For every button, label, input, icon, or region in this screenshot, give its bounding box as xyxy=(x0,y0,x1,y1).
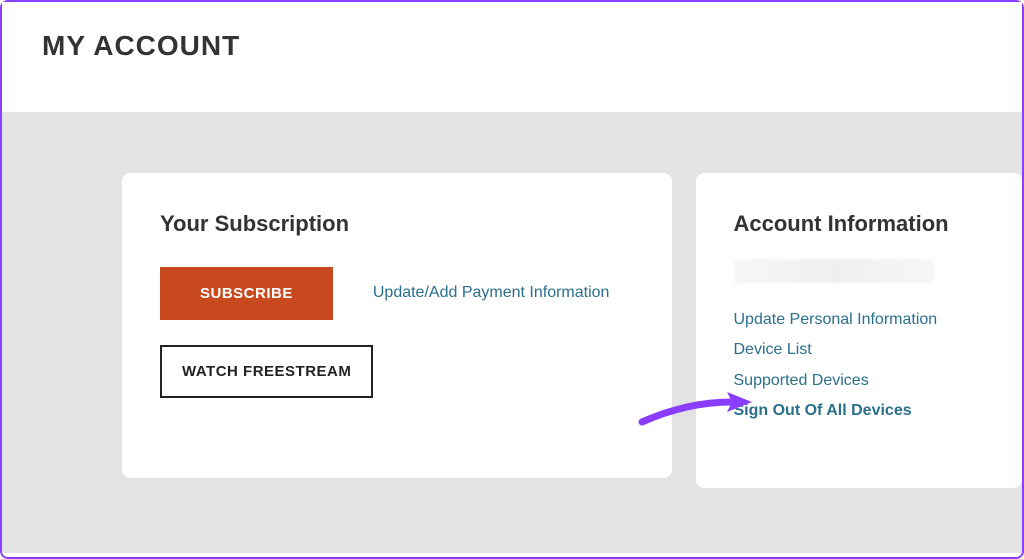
page-title: MY ACCOUNT xyxy=(42,30,982,62)
device-list-link[interactable]: Device List xyxy=(734,335,985,365)
subscription-row: SUBSCRIBE Update/Add Payment Information xyxy=(160,267,634,320)
sign-out-all-link[interactable]: Sign Out Of All Devices xyxy=(734,396,985,426)
account-info-card: Account Information Update Personal Info… xyxy=(696,173,1023,488)
supported-devices-link[interactable]: Supported Devices xyxy=(734,366,985,396)
watch-freestream-button[interactable]: WATCH FREESTREAM xyxy=(160,345,373,398)
header: MY ACCOUNT xyxy=(2,2,1022,113)
content-area: Your Subscription SUBSCRIBE Update/Add P… xyxy=(2,113,1022,553)
subscription-title: Your Subscription xyxy=(160,211,634,237)
subscription-card: Your Subscription SUBSCRIBE Update/Add P… xyxy=(122,173,672,478)
account-email-redacted xyxy=(734,259,934,283)
subscribe-button[interactable]: SUBSCRIBE xyxy=(160,267,333,320)
payment-link[interactable]: Update/Add Payment Information xyxy=(373,278,610,308)
account-info-title: Account Information xyxy=(734,211,985,237)
update-personal-link[interactable]: Update Personal Information xyxy=(734,305,985,335)
